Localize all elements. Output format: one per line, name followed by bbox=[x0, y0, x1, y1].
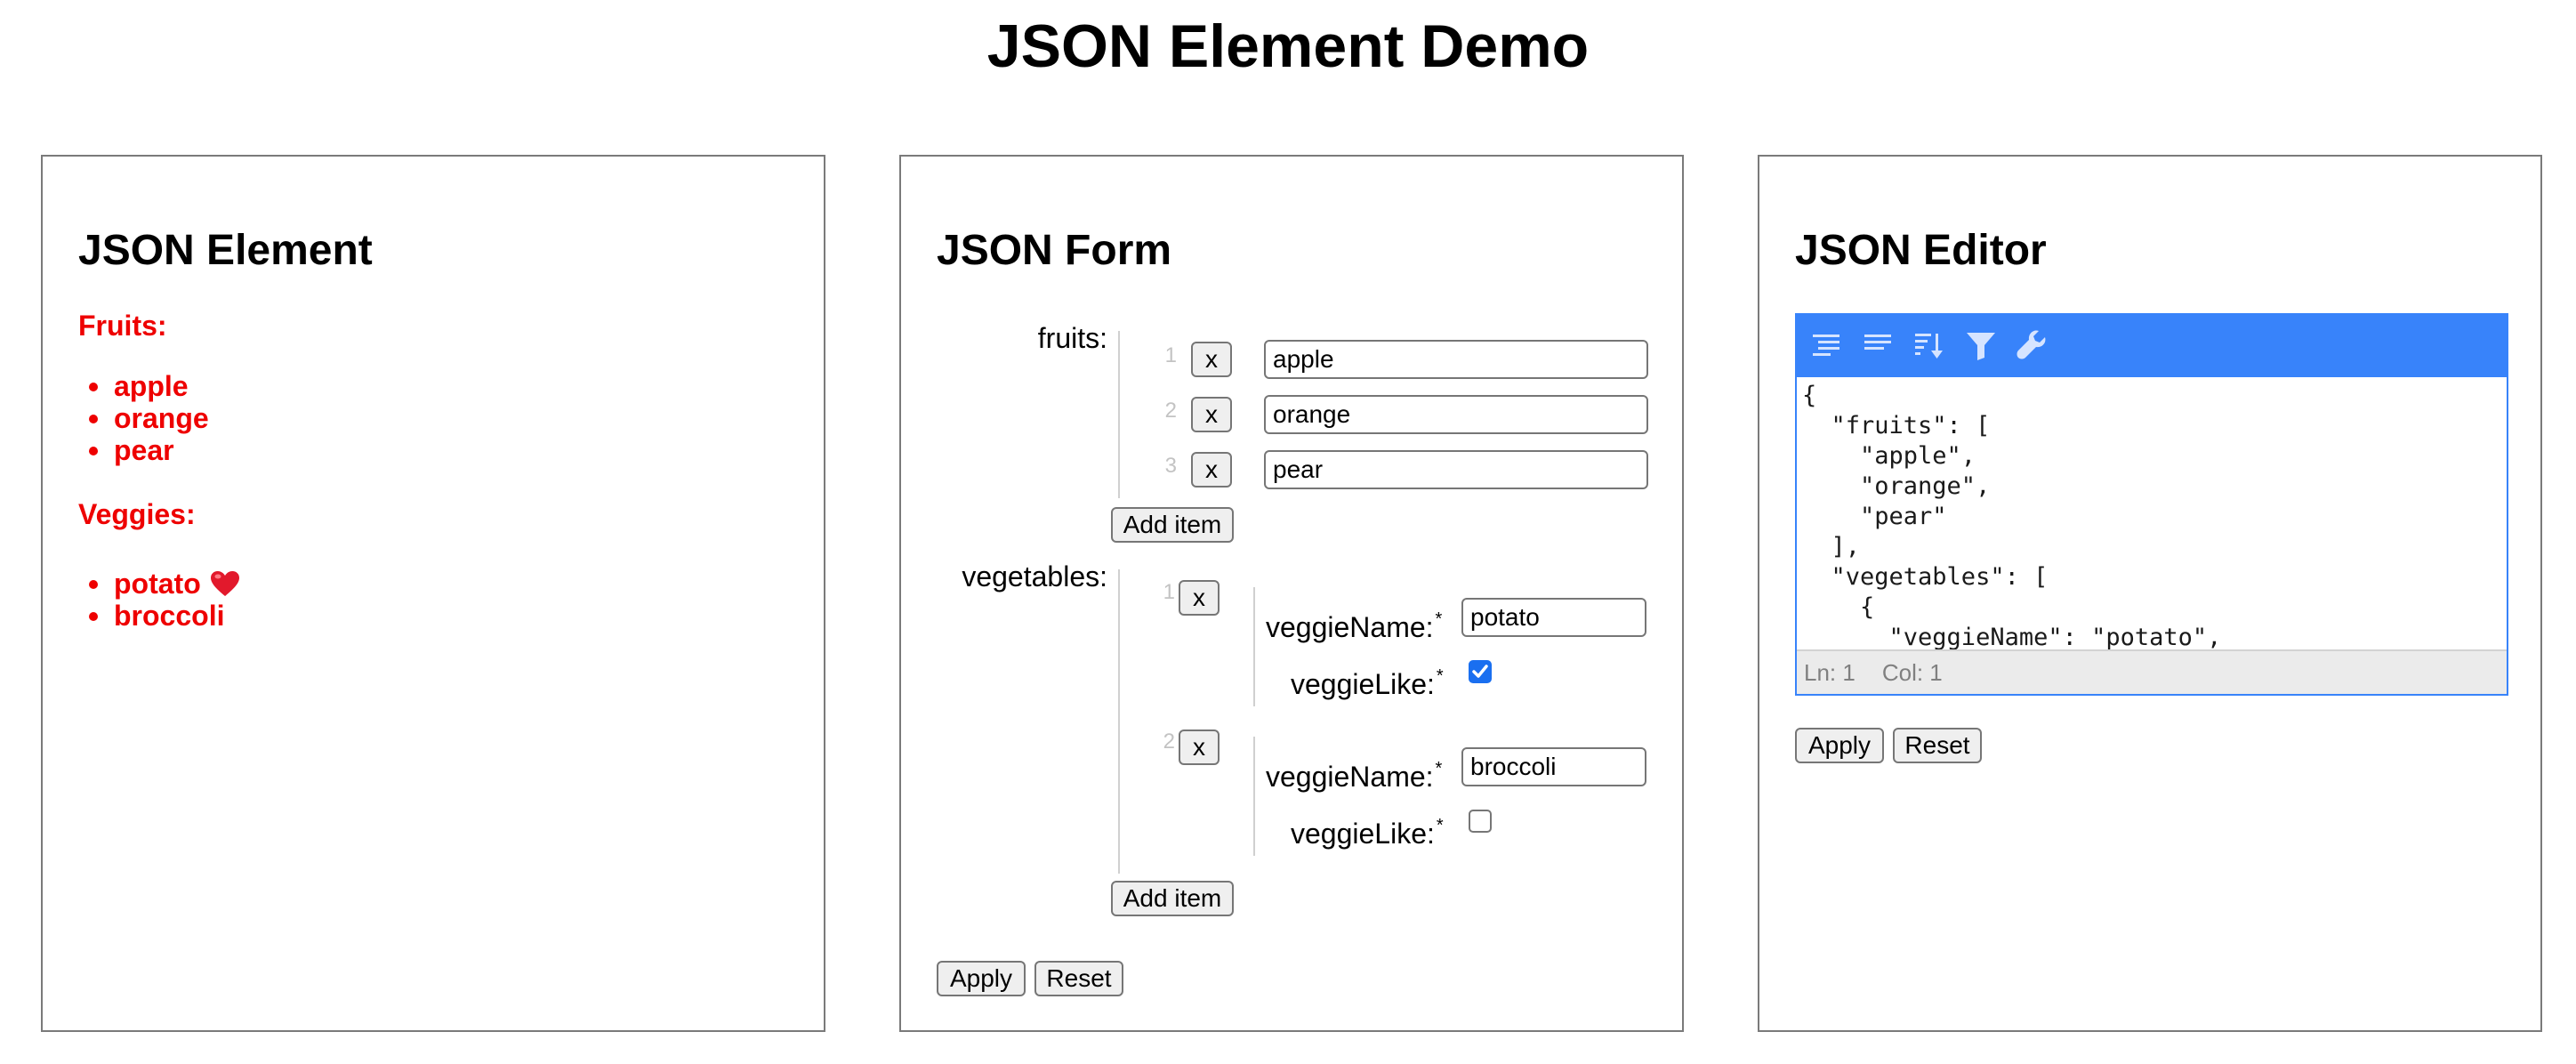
fruit-input[interactable] bbox=[1264, 395, 1648, 434]
bullet-icon bbox=[89, 447, 98, 455]
bullet-icon bbox=[89, 415, 98, 423]
fruit-input[interactable] bbox=[1264, 340, 1648, 379]
veggie-text: broccoli bbox=[114, 600, 225, 632]
fruits-divider bbox=[1118, 331, 1120, 498]
json-editor-panel: JSON Editor {"fruits": ["apple", "oran… bbox=[1758, 155, 2542, 1032]
bullet-icon bbox=[89, 383, 98, 391]
vegetables-field-label: vegetables: bbox=[962, 560, 1107, 592]
veggie-text: potato bbox=[114, 568, 201, 600]
code-line: ], bbox=[1802, 533, 1861, 560]
vegetables-divider bbox=[1118, 569, 1120, 874]
bullet-icon bbox=[89, 580, 98, 589]
item-index: 1 bbox=[1164, 343, 1177, 367]
remove-fruit-button[interactable]: x bbox=[1191, 342, 1232, 377]
editor-code-area[interactable]: { "fruits": [ "apple", "orange", "pear" … bbox=[1797, 377, 2507, 649]
filter-icon[interactable] bbox=[1964, 329, 1998, 363]
vegetable-divider bbox=[1253, 737, 1255, 856]
heart-icon bbox=[210, 571, 239, 596]
fruit-input[interactable] bbox=[1264, 450, 1648, 489]
list-item: apple bbox=[89, 370, 209, 402]
remove-fruit-button[interactable]: x bbox=[1191, 452, 1232, 488]
code-line: { bbox=[1802, 382, 1817, 409]
editor-status-bar: Ln: 1 Col: 1 bbox=[1797, 649, 2507, 694]
veggie-name-input[interactable] bbox=[1461, 747, 1646, 786]
compact-icon[interactable] bbox=[1861, 329, 1895, 363]
editor-toolbar bbox=[1797, 315, 2507, 377]
json-element-panel: JSON Element Fruits: apple orange pear V… bbox=[41, 155, 825, 1032]
repair-icon[interactable] bbox=[2016, 329, 2049, 363]
fruit-text: apple bbox=[114, 370, 189, 402]
json-form-panel: JSON Form fruits: 1 x 2 x 3 x Add item v… bbox=[899, 155, 1684, 1032]
list-item: pear bbox=[89, 434, 209, 466]
remove-vegetable-button[interactable]: x bbox=[1179, 580, 1220, 616]
list-item: potato bbox=[89, 568, 240, 600]
vegetable-divider bbox=[1253, 587, 1255, 706]
json-editor: { "fruits": [ "apple", "orange", "pear" … bbox=[1795, 313, 2508, 696]
code-line: { bbox=[1802, 593, 1875, 621]
sort-icon[interactable] bbox=[1912, 329, 1946, 363]
veggie-name-label: veggieName: * bbox=[1266, 609, 1443, 643]
item-index: 2 bbox=[1164, 399, 1177, 423]
item-index: 2 bbox=[1163, 729, 1175, 754]
json-form-heading: JSON Form bbox=[937, 227, 1172, 274]
list-item: broccoli bbox=[89, 600, 240, 632]
add-fruit-button[interactable]: Add item bbox=[1111, 507, 1234, 543]
json-element-heading: JSON Element bbox=[78, 227, 373, 274]
veggies-list: potato broccoli bbox=[89, 568, 240, 632]
veggie-like-checkbox[interactable] bbox=[1469, 810, 1492, 833]
editor-reset-button[interactable]: Reset bbox=[1893, 728, 1982, 763]
status-col: Col: 1 bbox=[1881, 659, 1943, 686]
veggies-label: Veggies: bbox=[78, 498, 196, 530]
json-editor-heading: JSON Editor bbox=[1795, 227, 2047, 274]
veggie-name-input[interactable] bbox=[1461, 598, 1646, 637]
page-title: JSON Element Demo bbox=[986, 12, 1590, 80]
code-line: "apple", bbox=[1802, 442, 1976, 470]
code-line: "fruits": [ bbox=[1802, 412, 1991, 439]
veggie-like-label: veggieLike: * bbox=[1291, 666, 1444, 700]
fruit-text: pear bbox=[114, 434, 174, 466]
fruits-field-label: fruits: bbox=[1037, 322, 1107, 354]
remove-fruit-button[interactable]: x bbox=[1191, 397, 1232, 432]
veggie-like-label: veggieLike: * bbox=[1291, 816, 1444, 850]
status-line: Ln: 1 bbox=[1804, 659, 1856, 686]
code-line: "pear" bbox=[1802, 503, 1947, 530]
item-index: 1 bbox=[1163, 580, 1175, 604]
remove-vegetable-button[interactable]: x bbox=[1179, 729, 1220, 765]
code-line: "veggieName": "potato", bbox=[1802, 624, 2222, 649]
add-vegetable-button[interactable]: Add item bbox=[1111, 881, 1234, 916]
apply-button[interactable]: Apply bbox=[937, 961, 1026, 996]
item-index: 3 bbox=[1164, 454, 1177, 478]
editor-apply-button[interactable]: Apply bbox=[1795, 728, 1884, 763]
code-line: "orange", bbox=[1802, 472, 1991, 500]
reset-button[interactable]: Reset bbox=[1034, 961, 1123, 996]
code-line: "vegetables": [ bbox=[1802, 563, 2049, 591]
format-icon[interactable] bbox=[1809, 329, 1843, 363]
list-item: orange bbox=[89, 402, 209, 434]
veggie-like-checkbox[interactable] bbox=[1469, 660, 1492, 683]
check-icon bbox=[1472, 665, 1488, 678]
fruit-text: orange bbox=[114, 402, 209, 434]
veggie-name-label: veggieName: * bbox=[1266, 759, 1443, 793]
fruits-list: apple orange pear bbox=[89, 370, 209, 466]
fruits-label: Fruits: bbox=[78, 310, 167, 342]
bullet-icon bbox=[89, 612, 98, 621]
